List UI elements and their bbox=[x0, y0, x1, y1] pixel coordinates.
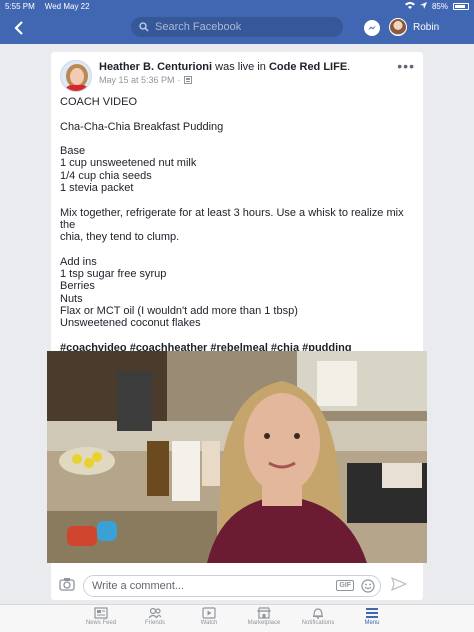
post-text-line: COACH VIDEO bbox=[60, 96, 138, 108]
messenger-button[interactable] bbox=[364, 20, 380, 36]
tab-label: News Feed bbox=[85, 620, 117, 626]
tab-notifications[interactable]: Notifications bbox=[293, 607, 343, 626]
search-input[interactable]: Search Facebook bbox=[131, 17, 343, 37]
tab-marketplace[interactable]: Marketplace bbox=[239, 607, 289, 626]
back-arrow-icon bbox=[14, 21, 23, 35]
post-text-line: Nuts bbox=[60, 292, 83, 305]
tab-news-feed[interactable]: News Feed bbox=[76, 607, 126, 626]
smiley-icon bbox=[361, 579, 375, 593]
status-time: 5:55 PM bbox=[5, 1, 35, 11]
messenger-icon bbox=[368, 25, 376, 30]
status-date: Wed May 22 bbox=[44, 1, 90, 11]
tab-watch[interactable]: Watch bbox=[184, 607, 234, 626]
camera-button[interactable] bbox=[59, 577, 75, 596]
author-name[interactable]: Heather B. Centurioni bbox=[99, 61, 212, 73]
send-icon bbox=[390, 576, 408, 591]
tab-friends[interactable]: Friends bbox=[130, 607, 180, 626]
post-text-line: 1 stevia packet bbox=[60, 182, 134, 195]
post-text-line: chia, they tend to clump. bbox=[60, 231, 180, 244]
tab-label: Watch bbox=[200, 620, 218, 626]
post-blank-line bbox=[60, 244, 416, 256]
user-name: Robin bbox=[413, 21, 440, 33]
live-video[interactable] bbox=[47, 351, 427, 563]
post-text-lines: COACH VIDEO Cha-Cha-Chia Breakfast Puddin… bbox=[60, 96, 416, 342]
sticker-button[interactable] bbox=[361, 579, 375, 596]
post-blank-line bbox=[60, 133, 416, 145]
notifications-icon bbox=[313, 608, 323, 619]
post-action: was live in bbox=[212, 61, 269, 73]
tab-label: Marketplace bbox=[247, 620, 281, 626]
bottom-tab-bar: News Feed Friends Watch Marketplace Noti… bbox=[0, 604, 474, 632]
post-author-line: Heather B. Centurioni was live in Code R… bbox=[99, 60, 350, 74]
post-text-line: Base bbox=[60, 145, 86, 158]
post-blank-line bbox=[60, 330, 416, 342]
menu-icon bbox=[366, 608, 378, 618]
tab-label: Friends bbox=[144, 620, 165, 626]
send-button[interactable] bbox=[390, 576, 408, 596]
status-bar: 5:55 PM Wed May 22 85% bbox=[0, 0, 474, 12]
watch-icon bbox=[202, 607, 216, 619]
wifi-icon bbox=[404, 1, 415, 11]
post-card: Heather B. Centurioni was live in Code R… bbox=[47, 52, 427, 600]
battery-percent: 85% bbox=[431, 1, 448, 11]
post-text-line: 1 tsp sugar free syrup bbox=[60, 268, 167, 281]
post-text-line: Berries bbox=[60, 280, 95, 293]
location-icon bbox=[419, 1, 427, 11]
audience-icon bbox=[183, 76, 192, 84]
post-text-line: Cha-Cha-Chia Breakfast Pudding bbox=[60, 120, 224, 133]
post-blank-line bbox=[60, 108, 416, 120]
profile-shortcut[interactable]: Robin bbox=[389, 18, 439, 36]
post-date-line: May 15 at 5:36 PM · bbox=[99, 75, 350, 85]
post-text-line: 1/4 cup chia seeds bbox=[60, 169, 152, 182]
tab-label: Menu bbox=[364, 620, 380, 626]
tab-label: Notifications bbox=[301, 620, 335, 626]
post-options-button[interactable]: ••• bbox=[397, 59, 415, 73]
search-placeholder: Search Facebook bbox=[155, 21, 242, 33]
author-avatar[interactable] bbox=[60, 60, 92, 92]
search-icon bbox=[139, 22, 149, 32]
avatar bbox=[389, 18, 407, 36]
battery-icon bbox=[453, 2, 469, 10]
top-nav-bar: Search Facebook Robin bbox=[0, 12, 474, 44]
camera-icon bbox=[59, 577, 75, 591]
date-separator: · bbox=[177, 75, 181, 85]
post-text-line: Mix together, refrigerate for at least 3… bbox=[60, 206, 404, 231]
friends-icon bbox=[148, 607, 162, 619]
post-header: Heather B. Centurioni was live in Code R… bbox=[60, 60, 350, 92]
comment-input[interactable]: Write a comment... GIF bbox=[83, 575, 381, 597]
comment-bar: Write a comment... GIF bbox=[51, 572, 423, 600]
news-feed-icon bbox=[94, 607, 108, 619]
video-frame bbox=[47, 351, 427, 563]
post-text-line: Flax or MCT oil (I wouldn't add more tha… bbox=[60, 305, 298, 318]
post-date[interactable]: May 15 at 5:36 PM bbox=[99, 75, 175, 85]
gif-button[interactable]: GIF bbox=[336, 580, 354, 591]
back-button[interactable] bbox=[4, 12, 34, 44]
post-text-line: Add ins bbox=[60, 255, 97, 268]
author-line-period: . bbox=[347, 61, 351, 73]
group-name[interactable]: Code Red LIFE bbox=[269, 61, 347, 73]
post-text-line: 1 cup unsweetened nut milk bbox=[60, 157, 197, 170]
post-blank-line bbox=[60, 194, 416, 206]
battery-fill bbox=[455, 4, 466, 8]
tab-menu[interactable]: Menu bbox=[347, 607, 397, 626]
comment-placeholder: Write a comment... bbox=[92, 580, 185, 592]
post-body: COACH VIDEO Cha-Cha-Chia Breakfast Puddin… bbox=[60, 96, 416, 354]
post-text-line: Unsweetened coconut flakes bbox=[60, 317, 201, 330]
more-options-icon: ••• bbox=[397, 58, 415, 74]
marketplace-icon bbox=[257, 607, 271, 619]
